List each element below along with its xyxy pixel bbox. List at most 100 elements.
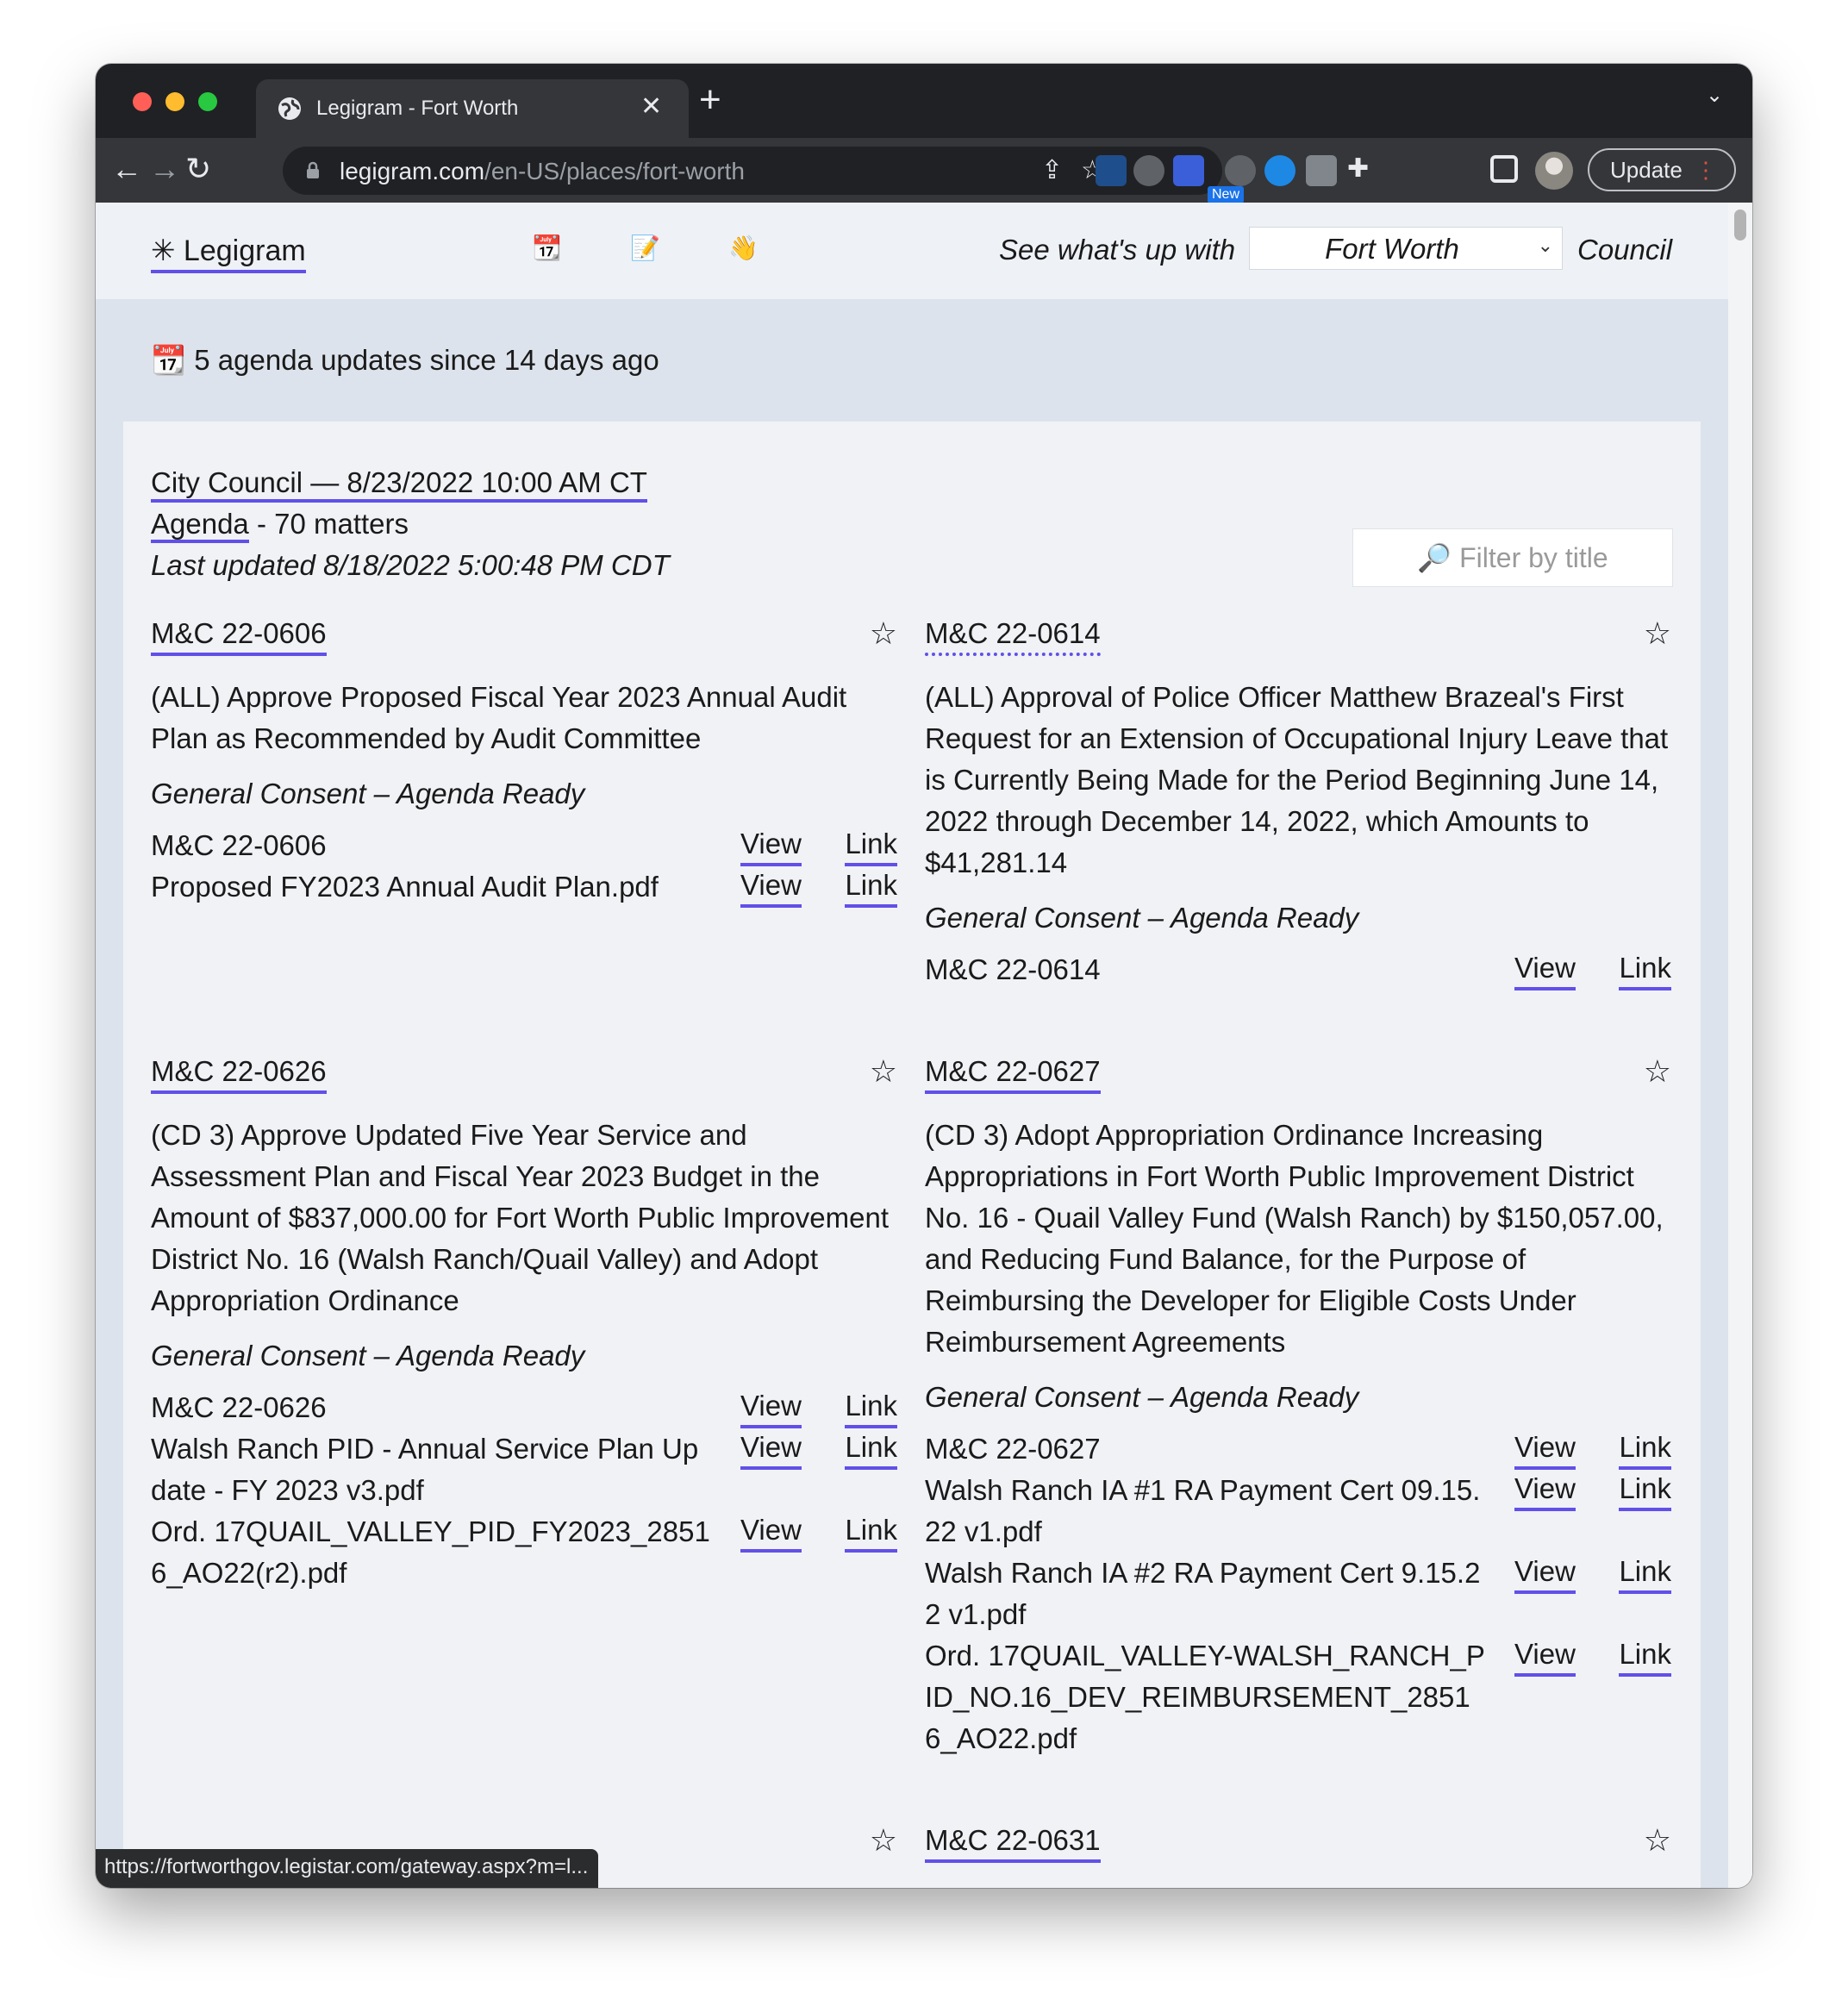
matter-number-link[interactable]: M&C 22-0631	[925, 1821, 1101, 1863]
star-icon[interactable]: ☆	[870, 1821, 897, 1859]
external-link[interactable]: Link	[845, 1387, 897, 1428]
globe-icon	[278, 97, 301, 120]
agenda-count: - 70 matters	[248, 508, 409, 540]
external-link[interactable]: Link	[1619, 1635, 1671, 1677]
page-viewport: ✳ Legigram 📆 📝 👋 See what's up with Fort…	[96, 203, 1752, 1888]
page-scrollbar[interactable]	[1728, 203, 1752, 1888]
matter-header: M&C 22-0631 ☆	[925, 1821, 1671, 1866]
update-button[interactable]: Update ⋮	[1588, 148, 1736, 191]
view-link[interactable]: View	[1514, 1470, 1576, 1511]
council-link[interactable]: Council	[1577, 234, 1672, 266]
attachment-name: M&C 22-0626	[151, 1391, 327, 1423]
attachment-row: Walsh Ranch IA #2 RA Payment Cert 9.15.2…	[925, 1553, 1671, 1635]
extension-cast-icon[interactable]	[1096, 155, 1127, 186]
attachment-row: M&C 22-0614 View Link	[925, 949, 1671, 990]
meeting-panel: City Council — 8/23/2022 10:00 AM CT Age…	[123, 422, 1701, 1888]
extension-s-icon[interactable]	[1173, 155, 1204, 186]
view-link[interactable]: View	[740, 866, 802, 908]
matter-status: General Consent – Agenda Ready	[151, 778, 585, 809]
external-link[interactable]: Link	[845, 866, 897, 908]
star-icon[interactable]: ☆	[870, 1053, 897, 1090]
back-arrow-icon[interactable]: ←	[111, 150, 142, 188]
filter-input[interactable]	[1353, 529, 1672, 586]
calendar-emoji-icon[interactable]: 📆	[532, 234, 562, 262]
view-link[interactable]: View	[740, 1428, 802, 1470]
view-link[interactable]: View	[740, 1387, 802, 1428]
maximize-window-button[interactable]	[198, 92, 217, 111]
external-link[interactable]: Link	[1619, 1428, 1671, 1470]
forward-arrow-icon[interactable]: →	[149, 150, 180, 188]
star-icon[interactable]: ☆	[1644, 615, 1671, 653]
tab-search-chevron-icon[interactable]: ⌄	[1706, 83, 1723, 108]
last-updated: Last updated 8/18/2022 5:00:48 PM CDT	[151, 549, 670, 581]
place-select[interactable]: Fort Worth ⌄	[1249, 227, 1563, 270]
new-tab-button[interactable]: +	[699, 81, 721, 119]
external-link[interactable]: Link	[845, 825, 897, 866]
attachment-list: M&C 22-0626 View Link Walsh Ranch PID - Ann…	[151, 1387, 897, 1594]
meeting-title-link[interactable]: City Council — 8/23/2022 10:00 AM CT	[151, 466, 647, 503]
external-link[interactable]: Link	[1619, 1553, 1671, 1594]
filter-box[interactable]	[1352, 528, 1673, 587]
memo-emoji-icon[interactable]: 📝	[630, 234, 660, 262]
attachment-name: M&C 22-0627	[925, 1433, 1101, 1465]
star-icon[interactable]: ☆	[1644, 1821, 1671, 1859]
view-link[interactable]: View	[1514, 1553, 1576, 1594]
attachment-name: Ord. 17QUAIL_VALLEY_PID_FY2023_28516_AO2…	[151, 1515, 710, 1589]
matter-number-link[interactable]: M&C 22-0614	[925, 615, 1101, 656]
url-text[interactable]: legigram.com/en-US/places/fort-worth	[340, 158, 745, 185]
tab-title: Legigram - Fort Worth	[316, 97, 519, 120]
update-label: Update	[1610, 157, 1683, 183]
browser-window: Legigram - Fort Worth ✕ + ⌄ ← → ↻ legigr…	[96, 64, 1752, 1888]
matter-item: M&C 22-0627 ☆ (CD 3) Adopt Appropriation O…	[925, 1053, 1671, 1759]
matter-description: (CD 3) Adopt Appropriation Ordinance Inc…	[925, 1119, 1664, 1358]
star-icon[interactable]: ☆	[1644, 1053, 1671, 1090]
close-window-button[interactable]	[133, 92, 152, 111]
external-link[interactable]: Link	[845, 1428, 897, 1470]
extension-cloud-icon[interactable]	[1133, 155, 1164, 186]
matter-number-link[interactable]: M&C 22-0627	[925, 1053, 1101, 1094]
address-bar[interactable]: legigram.com/en-US/places/fort-worth ⇪ ☆	[283, 147, 1222, 195]
browser-tab[interactable]: Legigram - Fort Worth ✕	[256, 79, 689, 138]
view-link[interactable]: View	[740, 825, 802, 866]
matter-header: M&C 22-0626 ☆	[151, 1053, 897, 1097]
matter-status: General Consent – Agenda Ready	[925, 1381, 1359, 1413]
brand-link[interactable]: ✳ Legigram	[151, 234, 306, 273]
attachment-row: Ord. 17QUAIL_VALLEY_PID_FY2023_28516_AO2…	[151, 1511, 897, 1594]
minimize-window-button[interactable]	[165, 92, 184, 111]
attachment-row: M&C 22-0606 View Link	[151, 825, 897, 866]
scrollbar-thumb[interactable]	[1734, 209, 1746, 241]
matter-item: M&C 22-0614 ☆ (ALL) Approval of Police Off…	[925, 615, 1671, 990]
extensions-puzzle-icon[interactable]: ✚	[1347, 150, 1369, 188]
attachment-row: Ord. 17QUAIL_VALLEY-WALSH_RANCH_PID_NO.1…	[925, 1635, 1671, 1759]
agenda-link[interactable]: Agenda	[151, 508, 249, 543]
extension-w-icon[interactable]	[1225, 155, 1256, 186]
view-link[interactable]: View	[740, 1511, 802, 1553]
matter-header: M&C 22-0627 ☆	[925, 1053, 1671, 1097]
place-selected-value: Fort Worth	[1325, 233, 1459, 265]
profile-avatar[interactable]	[1535, 152, 1573, 190]
tab-close-icon[interactable]: ✕	[640, 91, 662, 122]
matter-number-link[interactable]: M&C 22-0626	[151, 1053, 327, 1094]
attachment-name: M&C 22-0606	[151, 829, 327, 861]
view-link[interactable]: View	[1514, 1635, 1576, 1677]
wave-emoji-icon[interactable]: 👋	[728, 234, 759, 262]
reload-icon[interactable]: ↻	[185, 150, 211, 188]
side-panel-icon[interactable]	[1490, 155, 1518, 183]
matter-item: M&C 22-0631 ☆	[925, 1821, 1671, 1866]
tab-bar: Legigram - Fort Worth ✕ + ⌄	[96, 64, 1752, 138]
share-icon[interactable]: ⇪	[1041, 155, 1063, 185]
view-link[interactable]: View	[1514, 1428, 1576, 1470]
extension-code-icon[interactable]	[1306, 155, 1337, 186]
external-link[interactable]: Link	[1619, 1470, 1671, 1511]
extension-c-icon[interactable]	[1264, 155, 1295, 186]
extension-new-badge: New	[1208, 186, 1245, 203]
view-link[interactable]: View	[1514, 949, 1576, 990]
external-link[interactable]: Link	[1619, 949, 1671, 990]
updates-summary: 📆 5 agenda updates since 14 days ago	[151, 344, 659, 376]
matter-number-link[interactable]: M&C 22-0606	[151, 615, 327, 656]
attachment-list: M&C 22-0614 View Link	[925, 949, 1671, 990]
star-icon[interactable]: ☆	[870, 615, 897, 653]
external-link[interactable]: Link	[845, 1511, 897, 1553]
see-whats-up-label: See what's up with	[999, 234, 1236, 266]
browser-toolbar: ← → ↻ legigram.com/en-US/places/fort-wor…	[96, 138, 1752, 203]
